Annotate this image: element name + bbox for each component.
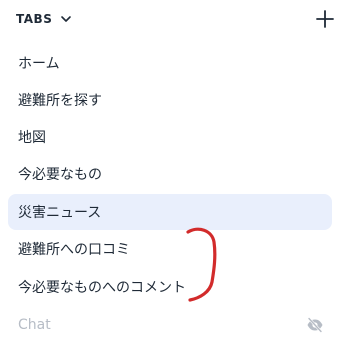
tabs-title: TABS (16, 12, 53, 26)
tab-item-chat[interactable]: Chat (8, 307, 332, 343)
tab-item-label: 地図 (18, 130, 46, 146)
tab-item-map[interactable]: 地図 (8, 119, 332, 155)
plus-icon[interactable] (314, 8, 336, 30)
tabs-header-toggle[interactable]: TABS (16, 12, 72, 26)
tab-item-shelter-reviews[interactable]: 避難所への口コミ (8, 231, 332, 267)
tab-item-home[interactable]: ホーム (8, 45, 332, 81)
red-bracket-annotation (186, 227, 217, 302)
tab-item-find-shelter[interactable]: 避難所を探す (8, 82, 332, 118)
chevron-down-icon[interactable] (60, 13, 72, 25)
tabs-header: TABS (16, 8, 336, 30)
tab-item-needed-items-comments[interactable]: 今必要なものへのコメント (8, 269, 332, 305)
eye-off-icon[interactable] (306, 316, 324, 334)
tab-item-needed-items[interactable]: 今必要なもの (8, 156, 332, 192)
tab-item-disaster-news[interactable]: 災害ニュース (8, 194, 332, 230)
tab-item-label: ホーム (18, 56, 60, 72)
tabs-panel: TABS ホーム 避難所を探す 地図 今必要なもの 災害ニュース 避難所への口コ… (0, 0, 357, 347)
tab-item-label: 今必要なもの (18, 167, 102, 183)
tab-item-label: 災害ニュース (18, 205, 102, 221)
tab-item-label: 避難所への口コミ (18, 242, 130, 258)
tab-item-label: 避難所を探す (18, 93, 102, 109)
tab-item-label: Chat (18, 317, 51, 333)
tab-item-label: 今必要なものへのコメント (18, 280, 186, 296)
